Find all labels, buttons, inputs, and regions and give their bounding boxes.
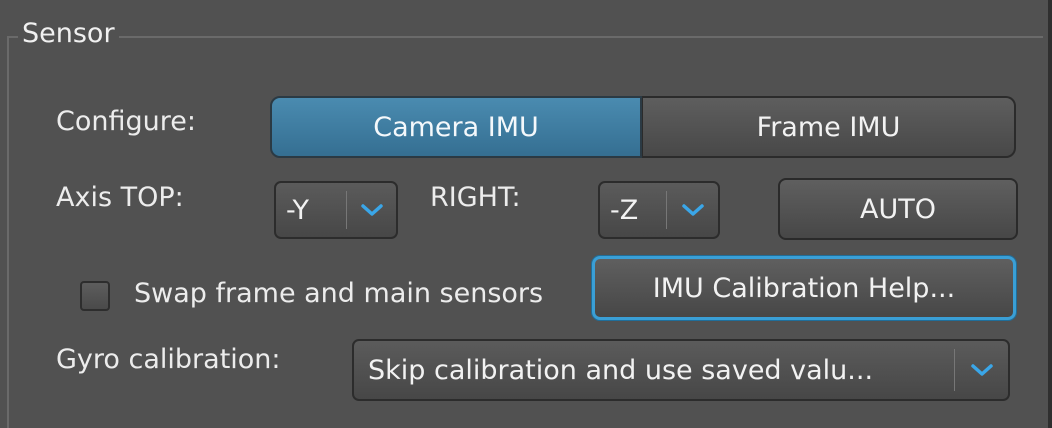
imu-calibration-help-button[interactable]: IMU Calibration Help... bbox=[592, 256, 1016, 320]
chevron-down-icon[interactable] bbox=[348, 183, 396, 237]
panel-edge bbox=[1048, 0, 1052, 428]
chevron-down-icon[interactable] bbox=[668, 183, 718, 237]
axis-right-label: RIGHT: bbox=[430, 182, 521, 213]
axis-right-divider bbox=[666, 191, 667, 229]
axis-top-value: -Y bbox=[286, 194, 310, 226]
axis-right-value: -Z bbox=[610, 194, 639, 226]
gyro-calibration-dropdown[interactable]: Skip calibration and use saved valu... bbox=[352, 339, 1010, 401]
axis-top-label: Axis TOP: bbox=[56, 182, 184, 213]
chevron-down-icon[interactable] bbox=[956, 341, 1008, 399]
axis-top-divider bbox=[346, 191, 347, 229]
gyro-calibration-label: Gyro calibration: bbox=[56, 344, 281, 375]
swap-sensors-checkbox[interactable] bbox=[80, 281, 110, 311]
gyro-divider bbox=[954, 349, 955, 391]
camera-imu-label: Camera IMU bbox=[373, 111, 539, 143]
axis-top-dropdown[interactable]: -Y bbox=[274, 181, 398, 239]
gyro-calibration-value: Skip calibration and use saved valu... bbox=[368, 354, 874, 386]
auto-button[interactable]: AUTO bbox=[778, 178, 1018, 240]
axis-right-dropdown[interactable]: -Z bbox=[598, 181, 720, 239]
imu-calibration-help-label: IMU Calibration Help... bbox=[652, 272, 956, 304]
frame-imu-segment[interactable]: Frame IMU bbox=[642, 96, 1016, 158]
configure-label: Configure: bbox=[56, 106, 196, 137]
swap-sensors-label[interactable]: Swap frame and main sensors bbox=[134, 276, 592, 312]
camera-imu-segment[interactable]: Camera IMU bbox=[270, 96, 642, 158]
auto-button-label: AUTO bbox=[860, 193, 936, 225]
group-title: Sensor bbox=[18, 14, 119, 54]
frame-imu-label: Frame IMU bbox=[756, 111, 901, 143]
